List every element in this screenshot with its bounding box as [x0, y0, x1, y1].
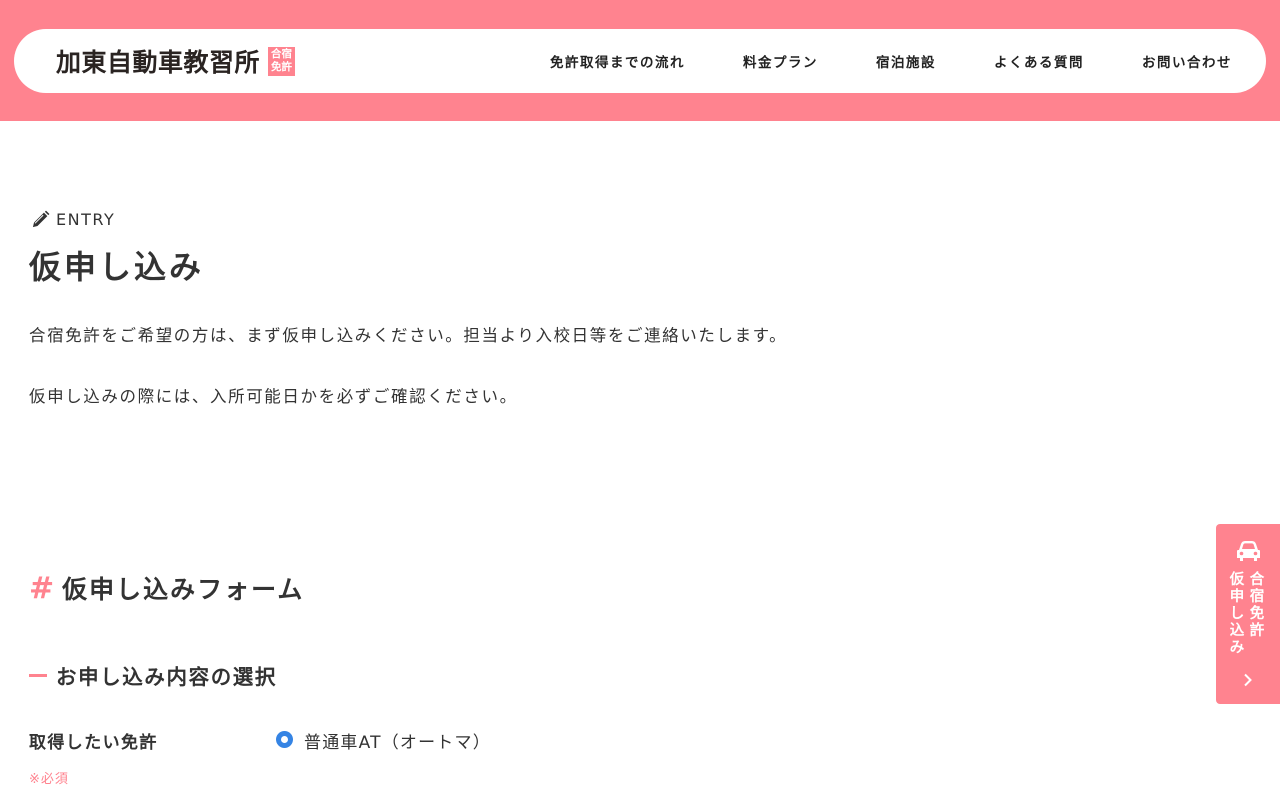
- header-bar: 加東自動車教習所 合宿 免許 免許取得までの流れ 料金プラン 宿泊施設 よくある…: [14, 29, 1266, 93]
- nav-item-flow[interactable]: 免許取得までの流れ: [550, 51, 685, 71]
- side-apply-tab[interactable]: 合宿免許 仮申し込み: [1216, 524, 1280, 704]
- nav-item-contact[interactable]: お問い合わせ: [1142, 51, 1232, 71]
- section-title: お申し込み内容の選択: [29, 660, 277, 690]
- chevron-right-icon: [1244, 673, 1252, 687]
- main-nav: 免許取得までの流れ 料金プラン 宿泊施設 よくある質問 お問い合わせ: [550, 29, 1232, 93]
- entry-eyebrow: ENTRY: [31, 210, 115, 229]
- side-tab-line1: 合宿免許: [1249, 572, 1265, 639]
- logo-badge-line1: 合宿: [271, 48, 293, 60]
- license-option-at[interactable]: 普通車AT（オートマ）: [276, 728, 491, 753]
- section-title-text: お申し込み内容の選択: [56, 665, 277, 689]
- logo-badge: 合宿 免許: [268, 46, 296, 76]
- license-field-label: 取得したい免許: [29, 733, 158, 753]
- nav-item-accommodation[interactable]: 宿泊施設: [876, 51, 936, 71]
- required-note: ※必須: [29, 772, 69, 787]
- form-title: # 仮申し込みフォーム: [29, 570, 304, 606]
- form-title-text: 仮申し込みフォーム: [62, 575, 305, 604]
- logo-text: 加東自動車教習所: [56, 48, 261, 77]
- nav-item-faq[interactable]: よくある質問: [994, 51, 1084, 71]
- radio-button-selected[interactable]: [276, 730, 293, 748]
- pencil-icon: [32, 210, 50, 228]
- intro-text-2: 仮申し込みの際には、入所可能日かを必ずご確認ください。: [29, 387, 518, 406]
- dash-icon: [29, 673, 47, 677]
- hash-icon: #: [29, 570, 55, 606]
- side-tab-line2: 仮申し込み: [1229, 572, 1245, 656]
- page-title: 仮申し込み: [29, 248, 205, 286]
- car-icon: [1237, 541, 1260, 561]
- site-logo[interactable]: 加東自動車教習所 合宿 免許: [56, 43, 296, 79]
- intro-text-1: 合宿免許をご希望の方は、まず仮申し込みください。担当より入校日等をご連絡いたしま…: [29, 326, 788, 345]
- logo-badge-line2: 免許: [271, 61, 293, 73]
- nav-item-pricing[interactable]: 料金プラン: [743, 51, 818, 71]
- entry-eyebrow-text: ENTRY: [56, 210, 116, 229]
- side-tab-text: 合宿免許 仮申し込み: [1229, 572, 1265, 657]
- license-option-label: 普通車AT（オートマ）: [304, 733, 491, 753]
